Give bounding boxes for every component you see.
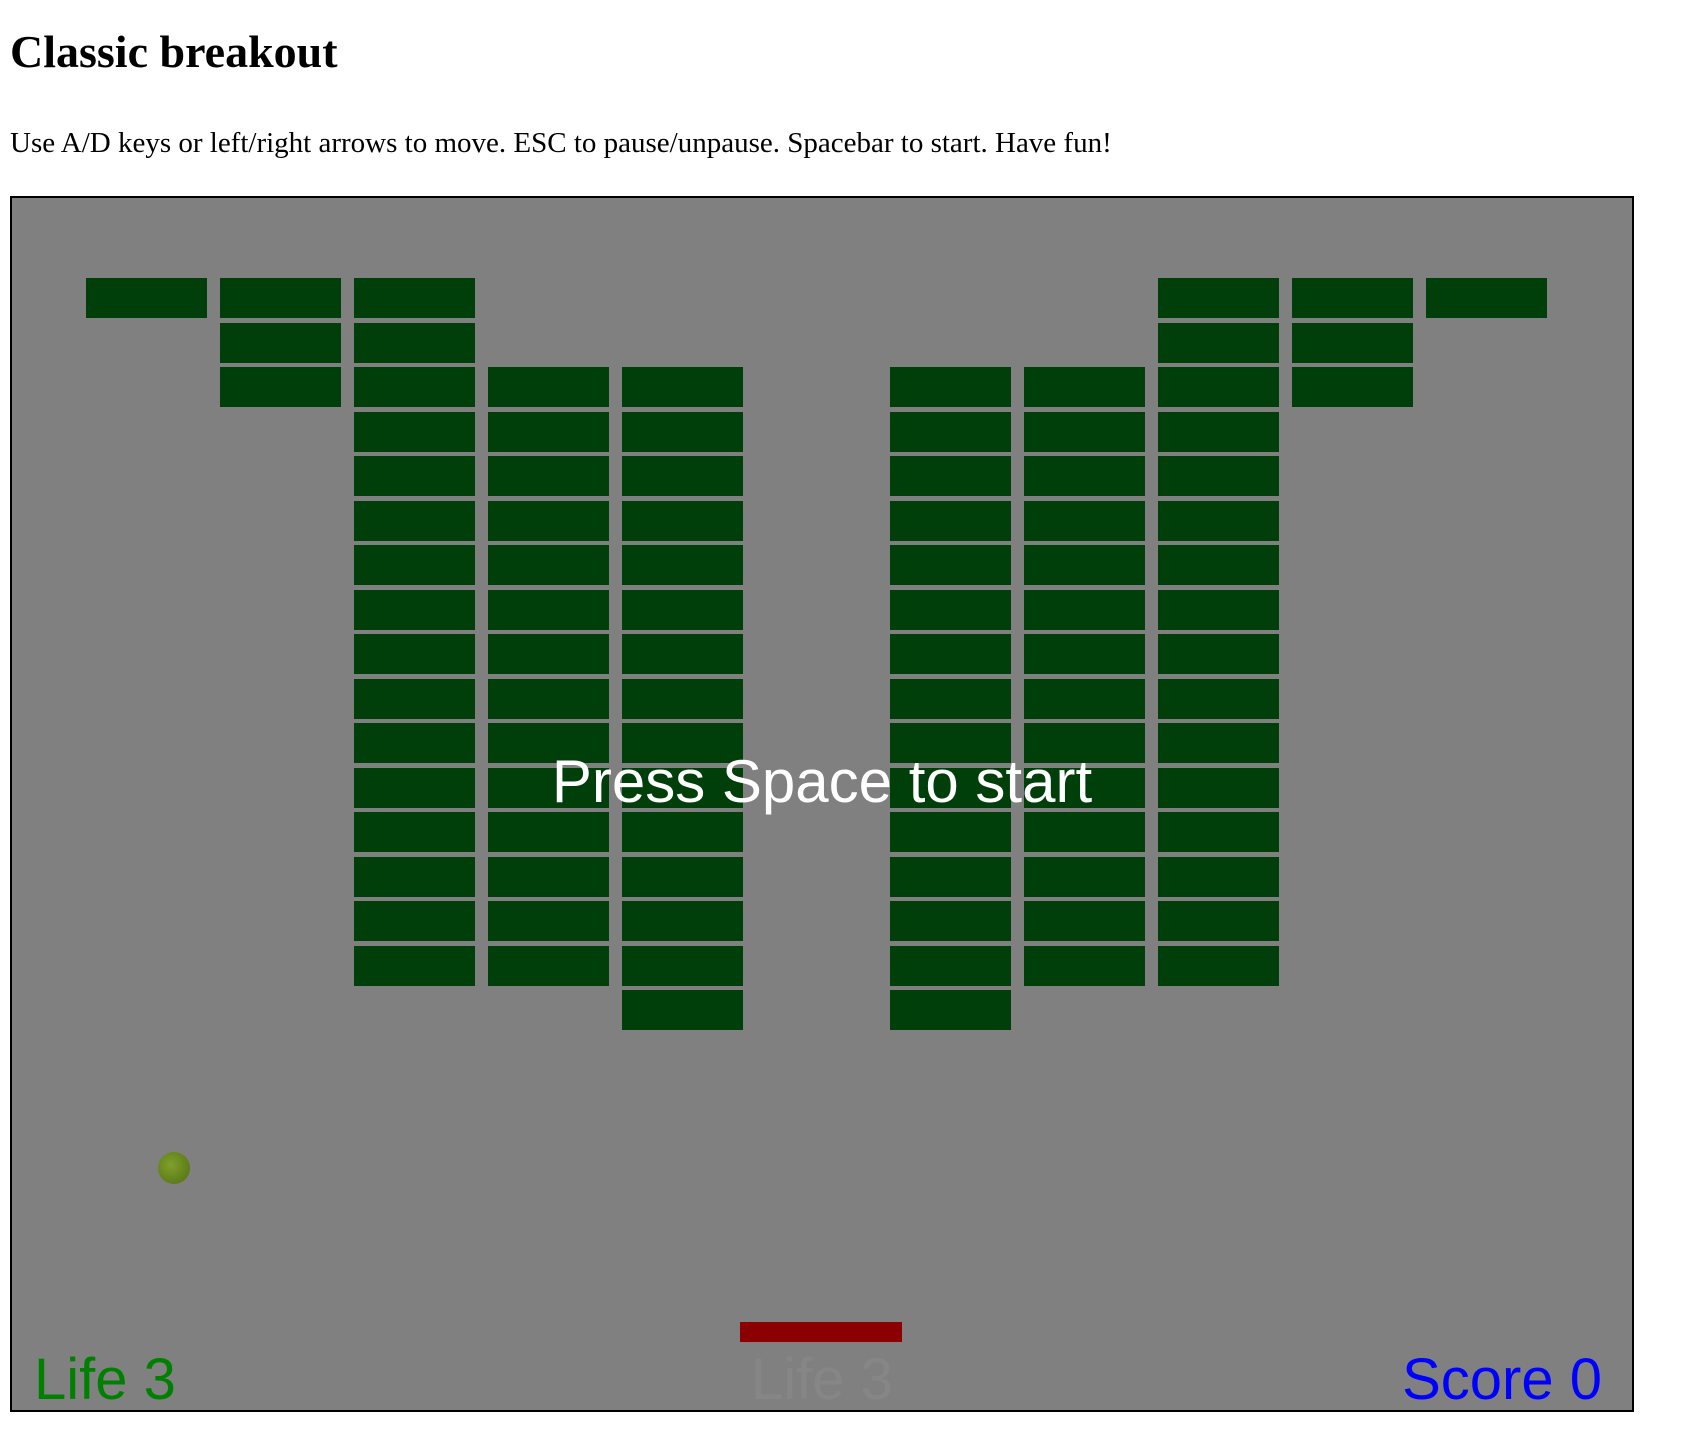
brick <box>1024 678 1145 719</box>
brick <box>354 545 475 585</box>
brick <box>354 589 475 630</box>
brick <box>1158 500 1279 541</box>
brick <box>890 634 1011 674</box>
brick <box>622 990 743 1030</box>
brick <box>488 678 609 719</box>
page-title: Classic breakout <box>10 26 338 77</box>
brick <box>622 945 743 986</box>
brick <box>354 678 475 719</box>
brick <box>354 812 475 852</box>
ghost-status-text: Life 3 <box>751 1347 893 1412</box>
brick <box>354 500 475 541</box>
brick <box>890 856 1011 897</box>
brick <box>1024 901 1145 941</box>
brick <box>488 545 609 585</box>
brick <box>488 812 609 852</box>
brick <box>622 367 743 407</box>
brick <box>1158 812 1279 852</box>
brick <box>1292 367 1413 407</box>
brick <box>1292 278 1413 318</box>
brick <box>1158 901 1279 941</box>
brick <box>86 278 207 318</box>
brick <box>1158 678 1279 719</box>
brick <box>622 500 743 541</box>
brick <box>622 634 743 674</box>
brick <box>354 278 475 318</box>
start-prompt: Press Space to start <box>551 748 1093 815</box>
brick <box>354 945 475 986</box>
brick <box>1158 634 1279 674</box>
brick <box>1024 545 1145 585</box>
brick <box>1024 634 1145 674</box>
brick <box>890 367 1011 407</box>
brick <box>890 901 1011 941</box>
game-canvas[interactable]: Life 3 Life 3 Score 0 Press Space to sta… <box>10 196 1634 1412</box>
brick <box>1158 545 1279 585</box>
brick <box>622 678 743 719</box>
brick <box>354 901 475 941</box>
ball <box>158 1152 190 1184</box>
brick <box>1158 411 1279 452</box>
brick <box>890 500 1011 541</box>
brick <box>1158 367 1279 407</box>
brick <box>622 901 743 941</box>
brick <box>1024 812 1145 852</box>
brick <box>1426 278 1547 318</box>
brick <box>890 589 1011 630</box>
brick <box>1024 500 1145 541</box>
brick <box>1024 367 1145 407</box>
life-counter: Life 3 <box>34 1347 176 1412</box>
brick <box>1292 322 1413 363</box>
brick <box>488 367 609 407</box>
brick <box>1024 589 1145 630</box>
brick <box>220 278 341 318</box>
brick <box>622 812 743 852</box>
instructions-text: Use A/D keys or left/right arrows to mov… <box>10 127 1112 159</box>
brick <box>622 411 743 452</box>
brick <box>622 589 743 630</box>
brick <box>1158 322 1279 363</box>
brick <box>1024 856 1145 897</box>
brick <box>890 945 1011 986</box>
brick <box>1024 945 1145 986</box>
brick <box>890 456 1011 496</box>
brick <box>488 589 609 630</box>
brick <box>890 411 1011 452</box>
score-counter: Score 0 <box>1402 1347 1602 1412</box>
brick <box>890 678 1011 719</box>
brick <box>488 500 609 541</box>
brick <box>1158 589 1279 630</box>
brick <box>220 367 341 407</box>
brick <box>1158 945 1279 986</box>
paddle[interactable] <box>740 1322 902 1342</box>
brick <box>354 411 475 452</box>
brick <box>890 545 1011 585</box>
brick <box>354 367 475 407</box>
brick <box>488 945 609 986</box>
brick <box>890 812 1011 852</box>
brick <box>1158 456 1279 496</box>
brick <box>488 901 609 941</box>
brick <box>354 634 475 674</box>
brick <box>354 456 475 496</box>
brick <box>1024 456 1145 496</box>
brick <box>1158 278 1279 318</box>
brick <box>622 856 743 897</box>
brick <box>622 456 743 496</box>
brick <box>488 856 609 897</box>
brick <box>354 322 475 363</box>
brick <box>354 856 475 897</box>
brick <box>220 322 341 363</box>
brick <box>622 545 743 585</box>
brick <box>488 634 609 674</box>
brick <box>1024 411 1145 452</box>
brick <box>488 411 609 452</box>
brick <box>890 990 1011 1030</box>
brick <box>488 456 609 496</box>
brick <box>1158 856 1279 897</box>
